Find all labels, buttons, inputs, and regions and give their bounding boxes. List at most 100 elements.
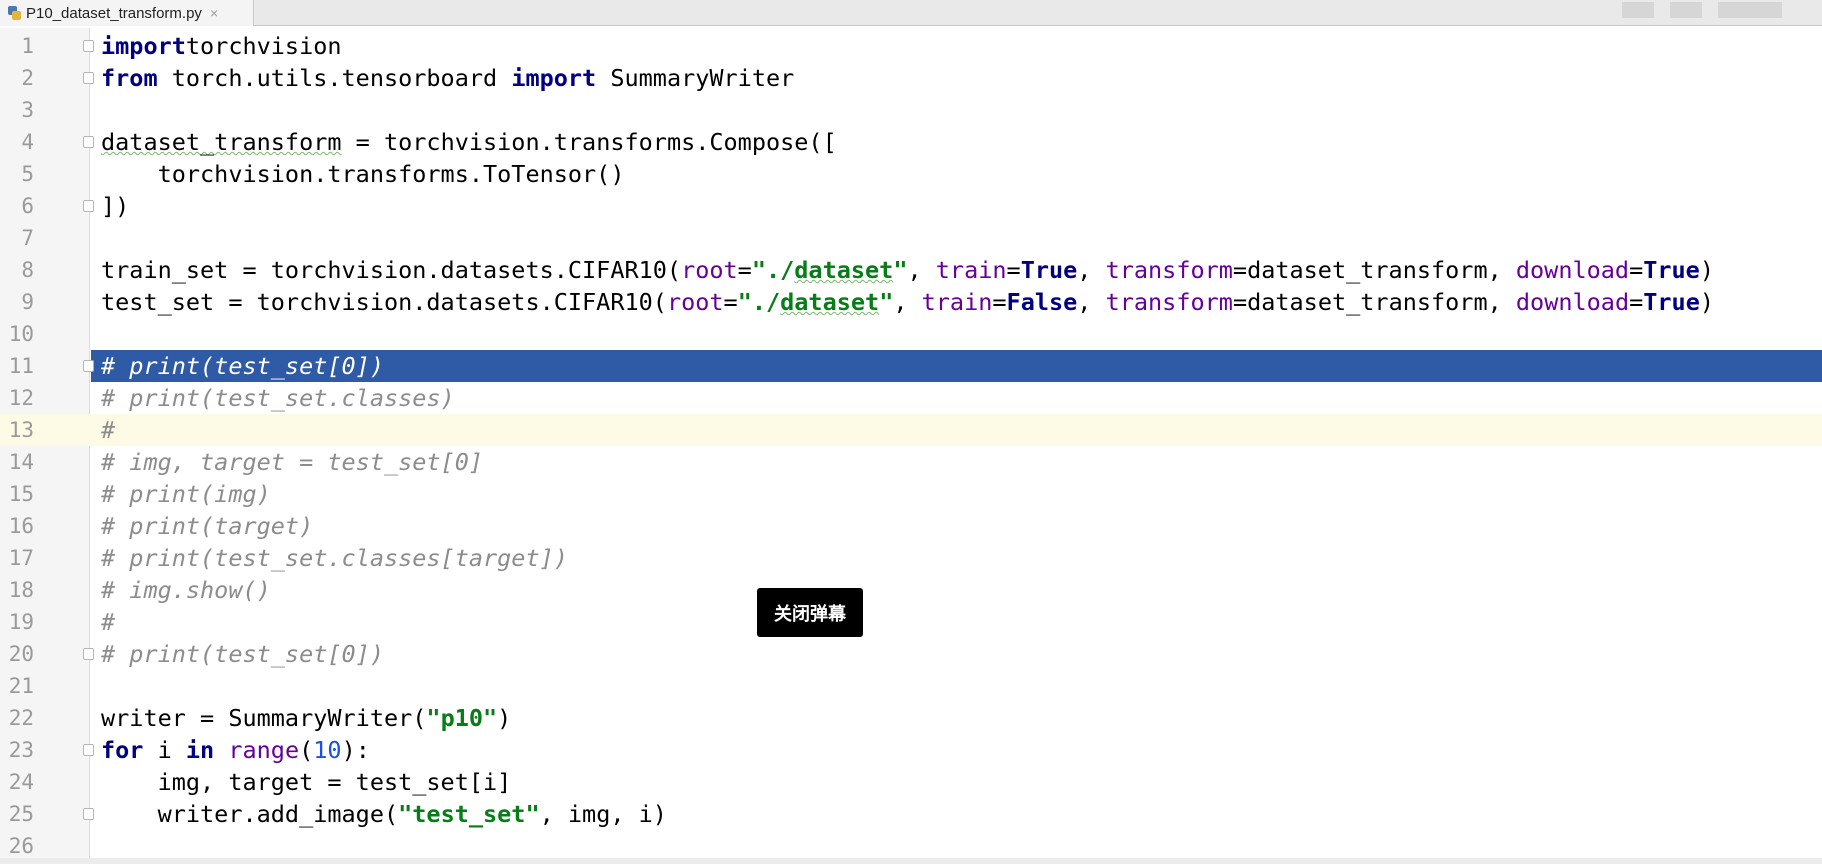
code-line[interactable]: 25 writer.add_image("test_set", img, i) (0, 798, 1822, 830)
code-token: False (1006, 288, 1078, 316)
code-line[interactable]: 16 # print(target) (0, 510, 1822, 542)
code-token: , img, i) (539, 800, 667, 828)
fold-marker-icon[interactable] (83, 136, 94, 148)
code-line-area[interactable]: torchvision.transforms.ToTensor() (91, 158, 1822, 190)
code-text: train_set = torchvision.datasets.CIFAR10… (101, 254, 1714, 286)
code-line[interactable]: 19 # (0, 606, 1822, 638)
code-text: for i in range(10): (101, 734, 370, 766)
code-line[interactable]: 2 from torch.utils.tensorboard import Sum… (0, 62, 1822, 94)
code-line[interactable]: 18 # img.show() (0, 574, 1822, 606)
line-number: 12 (8, 386, 34, 410)
code-line-area[interactable]: # print(target) (91, 510, 1822, 542)
code-token: "test_set" (398, 800, 540, 828)
code-line-area[interactable]: # print(test_set[0]) (91, 350, 1822, 382)
code-token: 10 (313, 736, 342, 764)
code-line-area[interactable] (91, 94, 1822, 126)
code-text: # print(test_set.classes[target]) (101, 542, 568, 574)
line-number: 4 (21, 130, 34, 154)
code-editor[interactable]: 1 importtorchvision 2 from torch.utils.tens… (0, 28, 1822, 864)
fold-marker-icon[interactable] (83, 808, 94, 820)
code-line[interactable]: 15 # print(img) (0, 478, 1822, 510)
code-line-area[interactable]: # (91, 414, 1822, 446)
line-number: 8 (21, 258, 34, 282)
code-line-area[interactable]: # print(test_set[0]) (91, 638, 1822, 670)
code-token: = (1006, 256, 1021, 284)
code-token: test_set = torchvision.datasets.CIFAR10( (101, 288, 667, 316)
code-line-area[interactable] (91, 318, 1822, 350)
code-line-area[interactable]: # print(test_set.classes) (91, 382, 1822, 414)
code-line-area[interactable]: # print(test_set.classes[target]) (91, 542, 1822, 574)
code-line-area[interactable]: ]) (91, 190, 1822, 222)
tab-p10-dataset-transform[interactable]: P10_dataset_transform.py × (0, 0, 254, 26)
code-line[interactable]: 14 # img, target = test_set[0] (0, 446, 1822, 478)
code-line-area[interactable]: # print(img) (91, 478, 1822, 510)
code-text: from torch.utils.tensorboard import Summ… (101, 62, 794, 94)
horizontal-scrollbar[interactable] (0, 858, 1822, 864)
code-token: ( (299, 736, 314, 764)
code-line[interactable]: 1 importtorchvision (0, 30, 1822, 62)
code-line[interactable]: 22 writer = SummaryWriter("p10") (0, 702, 1822, 734)
code-line[interactable]: 6]) (0, 190, 1822, 222)
code-line[interactable]: 8 train_set = torchvision.datasets.CIFAR1… (0, 254, 1822, 286)
fold-marker-icon[interactable] (83, 648, 94, 660)
fold-marker-icon[interactable] (83, 360, 94, 372)
code-line[interactable]: 4 dataset_transform = torchvision.transfo… (0, 126, 1822, 158)
code-line[interactable]: 23 for i in range(10): (0, 734, 1822, 766)
code-text: # print(img) (101, 478, 271, 510)
code-token: # print(img) (101, 480, 271, 508)
code-line-area[interactable]: from torch.utils.tensorboard import Summ… (91, 62, 1822, 94)
code-token: import (101, 32, 186, 60)
code-token: i (143, 736, 186, 764)
code-line[interactable]: 3 (0, 94, 1822, 126)
code-token: # print(test_set.classes[target]) (101, 544, 568, 572)
code-token: = (1629, 288, 1644, 316)
code-token: = (1629, 256, 1644, 284)
code-line[interactable]: 20 # print(test_set[0]) (0, 638, 1822, 670)
code-line-area[interactable]: # img.show() (91, 574, 1822, 606)
code-line[interactable]: 11 # print(test_set[0]) (0, 350, 1822, 382)
code-text: # print(test_set[0]) (101, 350, 384, 382)
fold-marker-icon[interactable] (83, 744, 94, 756)
code-token: # print(test_set[0]) (101, 640, 384, 668)
code-line[interactable]: 17 # print(test_set.classes[target]) (0, 542, 1822, 574)
code-text: dataset_transform = torchvision.transfor… (101, 126, 837, 158)
fold-marker-icon[interactable] (83, 72, 94, 84)
code-line[interactable]: 10 (0, 318, 1822, 350)
code-token: , (1077, 256, 1106, 284)
code-line[interactable]: 9 test_set = torchvision.datasets.CIFAR10… (0, 286, 1822, 318)
code-line-area[interactable]: writer.add_image("test_set", img, i) (91, 798, 1822, 830)
code-line[interactable]: 7 (0, 222, 1822, 254)
code-line-area[interactable]: img, target = test_set[i] (91, 766, 1822, 798)
code-line-area[interactable]: # (91, 606, 1822, 638)
code-text: # img, target = test_set[0] (101, 446, 483, 478)
fold-marker-icon[interactable] (83, 40, 94, 52)
code-line[interactable]: 21 (0, 670, 1822, 702)
code-line[interactable]: 12 # print(test_set.classes) (0, 382, 1822, 414)
code-token: # (101, 608, 116, 636)
line-number: 13 (8, 418, 34, 442)
code-line-area[interactable]: # img, target = test_set[0] (91, 446, 1822, 478)
code-token: # img.show() (101, 576, 271, 604)
close-tab-icon[interactable]: × (210, 5, 218, 21)
line-number: 9 (21, 290, 34, 314)
line-number: 20 (8, 642, 34, 666)
code-line-area[interactable] (91, 222, 1822, 254)
code-line-area[interactable]: train_set = torchvision.datasets.CIFAR10… (91, 254, 1822, 286)
code-token: " (893, 256, 908, 284)
code-line-area[interactable]: writer = SummaryWriter("p10") (91, 702, 1822, 734)
fold-marker-icon[interactable] (83, 200, 94, 212)
close-danmaku-button[interactable]: 关闭弹幕 (757, 588, 863, 637)
code-text: img, target = test_set[i] (101, 766, 512, 798)
code-token: in (185, 736, 215, 764)
code-line[interactable]: 24 img, target = test_set[i] (0, 766, 1822, 798)
code-token: train_set = torchvision.datasets.CIFAR10… (101, 256, 682, 284)
code-line-area[interactable] (91, 670, 1822, 702)
code-line-area[interactable]: for i in range(10): (91, 734, 1822, 766)
editor-tab-bar: P10_dataset_transform.py × (0, 0, 1822, 26)
code-line[interactable]: 13 # (0, 414, 1822, 446)
code-token: True (1643, 288, 1700, 316)
code-line-area[interactable]: importtorchvision (91, 30, 1822, 62)
code-line[interactable]: 5 torchvision.transforms.ToTensor() (0, 158, 1822, 190)
code-line-area[interactable]: test_set = torchvision.datasets.CIFAR10(… (91, 286, 1822, 318)
code-line-area[interactable]: dataset_transform = torchvision.transfor… (91, 126, 1822, 158)
